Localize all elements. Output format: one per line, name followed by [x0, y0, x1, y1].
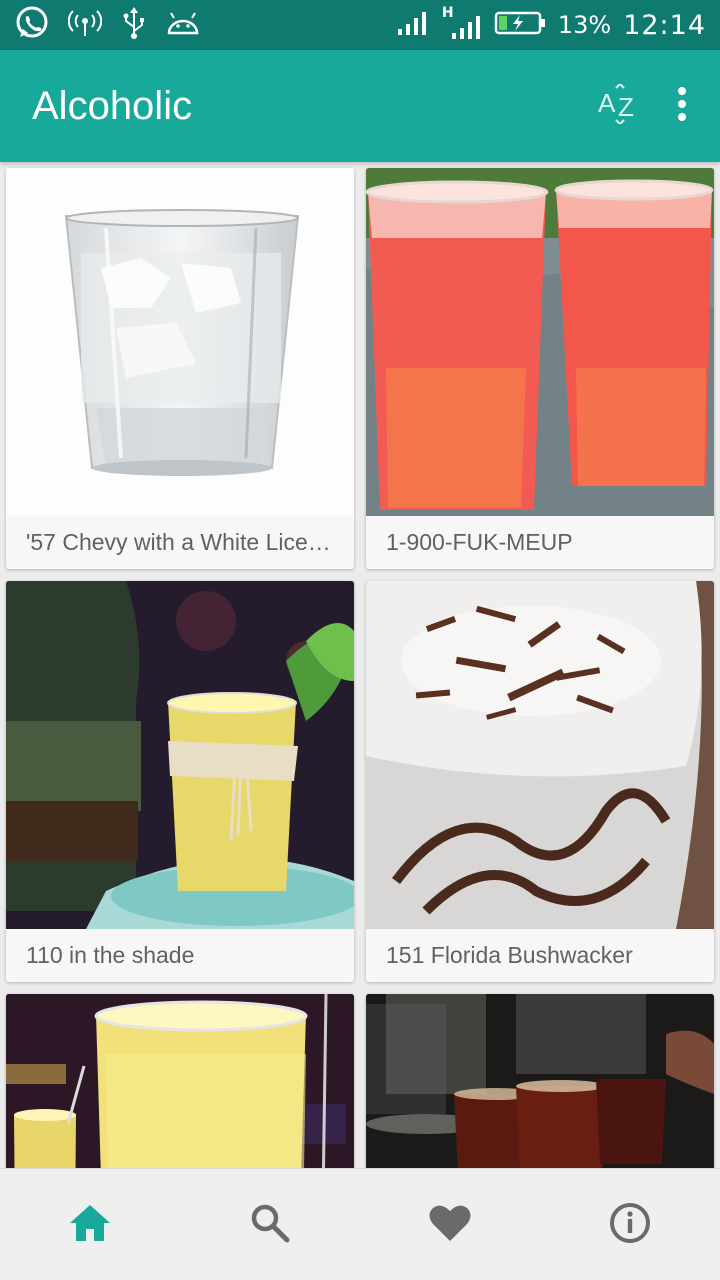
- page-title: Alcoholic: [32, 83, 193, 128]
- overflow-menu-button[interactable]: [676, 86, 688, 126]
- nav-search[interactable]: [180, 1169, 360, 1280]
- drink-image-yellow-drink-bar: [6, 994, 354, 1168]
- drink-card[interactable]: 110 in the shade: [6, 581, 354, 982]
- clock: 12:14: [623, 9, 706, 41]
- bottom-navigation: [0, 1168, 720, 1280]
- status-bar: H 13% 12:14: [0, 0, 720, 50]
- drink-name: 1-900-FUK-MEUP: [386, 529, 573, 555]
- drink-card[interactable]: [366, 994, 714, 1168]
- whatsapp-icon: [14, 5, 50, 45]
- info-icon: [609, 1202, 651, 1248]
- drink-image-lemonade-with-rye-bottle: [6, 581, 354, 929]
- drink-card[interactable]: [6, 994, 354, 1168]
- nav-home[interactable]: [0, 1169, 180, 1280]
- drinks-grid: '57 Chevy with a White License Plate 1-9…: [0, 162, 720, 1168]
- drink-image-red-punch-cups: [366, 168, 714, 516]
- app-bar: Alcoholic A Z: [0, 50, 720, 162]
- home-icon: [68, 1203, 112, 1247]
- search-icon: [250, 1203, 290, 1247]
- drink-name: 110 in the shade: [26, 942, 195, 968]
- more-vert-icon: [676, 86, 688, 126]
- drink-card[interactable]: 151 Florida Bushwacker: [366, 581, 714, 982]
- usb-icon: [120, 7, 148, 43]
- nav-favorites[interactable]: [360, 1169, 540, 1280]
- nav-info[interactable]: [540, 1169, 720, 1280]
- android-debug-icon: [166, 9, 200, 41]
- sort-az-icon: A Z: [598, 82, 642, 128]
- sort-button[interactable]: A Z: [598, 82, 642, 128]
- battery-charging-icon: [494, 10, 546, 40]
- drink-card[interactable]: 1-900-FUK-MEUP: [366, 168, 714, 569]
- heart-icon: [428, 1203, 472, 1247]
- drink-image-glass-with-ice: [6, 168, 354, 516]
- signal-icon: [396, 9, 430, 41]
- hotspot-icon: [67, 8, 103, 42]
- svg-text:Z: Z: [618, 92, 634, 122]
- drink-card[interactable]: '57 Chevy with a White License Plate: [6, 168, 354, 569]
- drink-image-chocolate-frozen-drink: [366, 581, 714, 929]
- drink-name: '57 Chevy with a White License Plate: [26, 529, 334, 555]
- battery-percent: 13%: [557, 11, 612, 39]
- drink-name: 151 Florida Bushwacker: [386, 942, 633, 968]
- drink-image-shot-glasses-bar: [366, 994, 714, 1168]
- signal-h-icon: H: [442, 5, 482, 41]
- svg-text:A: A: [598, 88, 616, 118]
